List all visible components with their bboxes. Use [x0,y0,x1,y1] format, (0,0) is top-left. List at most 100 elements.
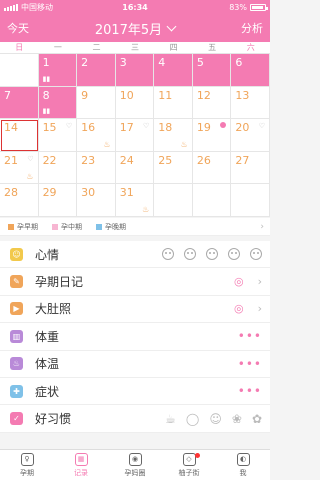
calendar-day[interactable]: 14 [0,119,39,152]
calendar-day[interactable]: 23 [77,151,116,185]
carrier-label: 中国移动 [21,2,53,12]
calendar-day[interactable]: 8 ▮▮ [38,86,78,120]
mood-face-icon[interactable] [228,248,240,261]
calendar-empty-cell [154,184,193,217]
calendar-day[interactable]: 9 [77,86,116,120]
weekday-label: 日 [15,43,24,52]
record-row[interactable]: ✚ 症状 ••• [0,377,270,406]
day-number: 12 [196,88,211,102]
tab-item[interactable]: ◐ 我 [216,450,270,480]
day-number: 3 [119,56,127,69]
analysis-button[interactable]: 分析 [241,20,263,36]
heart-icon: ♡ [143,122,150,131]
calendar-day[interactable]: 21 ♡ ♨ [0,151,39,185]
today-button[interactable]: 今天 [7,20,29,36]
calendar-day[interactable]: 24 [115,151,155,185]
record-row[interactable]: ♨ 体温 ••• [0,350,270,378]
day-number: 7 [4,88,11,102]
calendar-day[interactable]: 5 [192,54,232,87]
month-title[interactable]: 2017年5月 [95,19,162,38]
day-number: 4 [158,56,166,69]
calendar-day[interactable]: 11 [154,86,193,120]
habit-icon[interactable]: ☺ [209,412,222,426]
record-row[interactable]: ▥ 体重 ••• [0,323,270,351]
activity-icon: ♨ [103,139,111,149]
record-row[interactable]: ✎ 孕期日记 ◎ › [0,268,270,296]
camera-icon[interactable]: ◎ [234,302,244,315]
calendar-day[interactable]: 1 ▮▮ [38,54,78,87]
month-selector: 2017年5月 [0,19,270,38]
habit-icon[interactable]: ☕ [165,412,176,426]
weekday-label: 五 [208,43,217,52]
calendar-day[interactable]: 29 [38,184,78,217]
profile-icon: ◐ [236,452,250,466]
tab-item[interactable]: ◉ 孕妈圈 [108,450,162,480]
calendar-day[interactable]: 18 ♨ [154,119,193,152]
more-icon[interactable]: ••• [238,357,262,371]
calendar-empty-cell [192,184,232,217]
calendar-day[interactable]: 16 ♨ [77,119,116,152]
calendar-day[interactable]: 12 [192,86,232,120]
calendar-empty-cell [0,54,39,87]
camera-icon[interactable]: ◎ [234,275,244,288]
record-list: ☺ 心情 ✎ 孕期日记 ◎ › ▶ 大肚照 ◎ › ▥ 体重 ••• ♨ 体温 ••• ✚ 症状 ••• ✓ 好习惯 ☕ ◯… [0,241,270,433]
calendar-day[interactable]: 22 [38,151,78,185]
calendar-day[interactable]: 13 [231,86,270,120]
record-label: 症状 [35,384,60,399]
calendar-day[interactable]: 20 ♡ [231,119,270,152]
habit-icon[interactable]: ✿ [252,412,262,426]
calendar-day[interactable]: 4 [154,54,193,87]
day-number: 25 [158,153,173,167]
habit-icon[interactable]: ◯ [186,412,199,426]
calendar-day[interactable]: 2 [77,54,116,87]
chevron-right-icon[interactable]: › [260,222,264,232]
mood-face-icon[interactable] [162,248,174,261]
calendar-day[interactable]: 19 [192,119,232,152]
video-icon: ▶ [10,302,23,316]
calendar-day[interactable]: 31 ♨ [115,184,155,217]
day-number: 11 [158,88,173,102]
record-row[interactable]: ☺ 心情 [0,241,270,269]
drop-icon: ▮▮ [42,107,51,116]
more-icon[interactable]: ••• [238,384,262,398]
chevron-right-icon[interactable]: › [258,275,262,288]
notification-badge [195,453,200,458]
calendar-day[interactable]: 15 ♡ [38,119,78,152]
day-number: 24 [119,153,134,167]
activity-icon: ♨ [142,204,150,214]
calendar-day[interactable]: 10 [115,86,155,120]
tab-item[interactable]: ▦ 记录 [54,450,108,480]
chevron-down-icon[interactable] [166,21,177,31]
calendar-day[interactable]: 30 [77,184,116,217]
day-number: 29 [42,186,57,200]
record-row[interactable]: ✓ 好习惯 ☕ ◯ ☺ ❀ ✿ [0,405,270,433]
calendar-day[interactable]: 28 [0,184,39,217]
mood-face-icon[interactable] [206,248,218,261]
community-icon: ◉ [128,452,142,466]
record-label: 孕期日记 [35,275,84,290]
calendar-day[interactable]: 17 ♡ [115,119,155,152]
weekday-label: 四 [169,43,178,52]
activity-icon: ♨ [26,172,34,182]
calendar-icon: ▦ [74,452,88,466]
chevron-right-icon[interactable]: › [258,302,262,315]
pregnancy-icon: ♀ [20,452,34,466]
calendar-day[interactable]: 6 [231,54,270,87]
mood-face-icon[interactable] [184,248,196,261]
legend-label: 孕早期 [17,222,38,231]
weekday-header: 日 一 二 三 四 五 六 [0,42,270,54]
calendar-day[interactable]: 25 [154,151,193,185]
record-row[interactable]: ▶ 大肚照 ◎ › [0,295,270,324]
calendar-day[interactable]: 3 [115,54,155,87]
habit-icon[interactable]: ❀ [232,412,242,426]
calendar-day[interactable]: 26 [192,151,232,185]
calendar-day[interactable]: 7 [0,86,39,120]
tab-item[interactable]: ♀ 孕期 [0,450,54,480]
mood-face-icon[interactable] [250,248,262,261]
legend-item: 孕晚期 [96,222,126,232]
legend-swatch [52,223,58,230]
day-number: 14 [4,121,18,135]
tab-item[interactable]: ◇ 柚子街 [162,450,216,480]
more-icon[interactable]: ••• [238,329,262,343]
calendar-day[interactable]: 27 [231,151,270,185]
